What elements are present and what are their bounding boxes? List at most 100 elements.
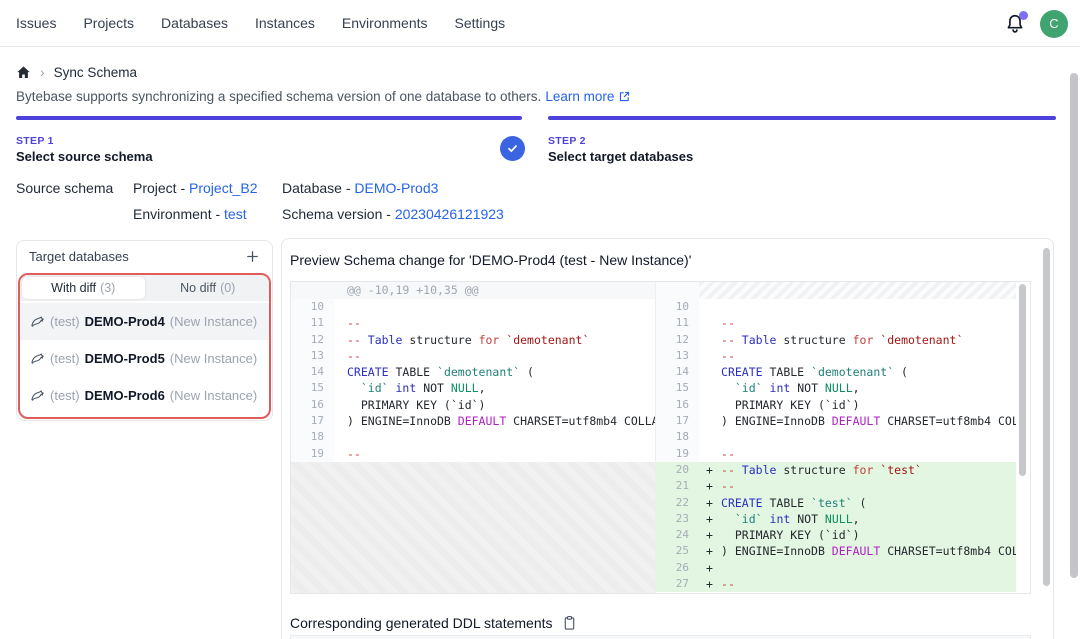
- diff-hunk-header: @@ -10,19 +10,35 @@: [291, 282, 655, 299]
- line-number: 15: [656, 380, 699, 396]
- external-link-icon[interactable]: [618, 90, 631, 103]
- diff-right-pane[interactable]: 1011--12-- Table structure for `demotena…: [656, 282, 1016, 593]
- diff-line: 23+ `id` int NOT NULL,: [656, 511, 1016, 527]
- line-number: 11: [291, 315, 334, 331]
- line-number: 27: [656, 576, 699, 592]
- diff-line: 15 `id` int NOT NULL,: [291, 380, 655, 396]
- project-link[interactable]: Project_B2: [189, 180, 257, 196]
- db-name: DEMO-Prod6: [85, 388, 165, 403]
- chevron-right-icon: ›: [40, 64, 45, 80]
- top-nav: Issues Projects Databases Instances Envi…: [0, 0, 1080, 47]
- source-database: Database - DEMO-Prod3: [282, 180, 438, 196]
- schema-diff-editor[interactable]: @@ -10,19 +10,35 @@ 1011--12-- Table str…: [290, 281, 1031, 594]
- nav-item-databases[interactable]: Databases: [161, 15, 228, 31]
- tab-with-diff[interactable]: With diff (3): [22, 277, 145, 299]
- schema-version-link[interactable]: 20230426121923: [395, 206, 504, 222]
- nav-item-projects[interactable]: Projects: [83, 15, 134, 31]
- diff-line: 20+-- Table structure for `test`: [656, 462, 1016, 478]
- diff-line: 19--: [291, 446, 655, 462]
- schema-version-label: Schema version -: [282, 206, 395, 222]
- editor-scrollbar-thumb[interactable]: [1019, 284, 1026, 476]
- target-database-row-demo-prod5[interactable]: (test) DEMO-Prod5 (New Instance): [20, 340, 269, 377]
- step1-progress-bar: [16, 116, 522, 120]
- db-environment: (test): [50, 351, 80, 366]
- line-number: 20: [656, 462, 699, 478]
- window-scrollbar-thumb[interactable]: [1070, 73, 1078, 578]
- tab-with-diff-count: (3): [100, 281, 115, 295]
- notification-bell-icon[interactable]: [1004, 13, 1026, 35]
- diff-line: 10: [291, 299, 655, 315]
- nav-item-instances[interactable]: Instances: [255, 15, 315, 31]
- target-databases-title: Target databases: [29, 249, 129, 264]
- diff-line: 19--: [656, 446, 1016, 462]
- copy-icon[interactable]: [562, 615, 577, 631]
- diff-line: 27+--: [656, 576, 1016, 592]
- target-database-list: (test) DEMO-Prod4 (New Instance) (test) …: [20, 301, 269, 414]
- line-number: 24: [656, 527, 699, 543]
- home-icon[interactable]: [16, 65, 31, 80]
- source-project: Project - Project_B2: [133, 180, 258, 196]
- editor-scrollbar-track[interactable]: [1016, 282, 1030, 593]
- line-number: 21: [656, 478, 699, 494]
- diff-line: 12-- Table structure for `demotenant`: [291, 332, 655, 348]
- line-number: 16: [656, 397, 699, 413]
- diff-line: 18: [656, 429, 1016, 445]
- line-number: 12: [656, 332, 699, 348]
- database-label: Database -: [282, 180, 354, 196]
- diff-line: 17) ENGINE=InnoDB DEFAULT CHARSET=utf8mb…: [656, 413, 1016, 429]
- diff-hunk-placeholder: [656, 282, 1016, 299]
- diff-line: 25+) ENGINE=InnoDB DEFAULT CHARSET=utf8m…: [656, 543, 1016, 559]
- diff-line: 13--: [656, 348, 1016, 364]
- avatar[interactable]: C: [1040, 10, 1068, 38]
- diff-left-pane[interactable]: @@ -10,19 +10,35 @@ 1011--12-- Table str…: [291, 282, 656, 593]
- target-database-row-demo-prod6[interactable]: (test) DEMO-Prod6 (New Instance): [20, 377, 269, 414]
- nav-item-environments[interactable]: Environments: [342, 15, 428, 31]
- intro-text: Bytebase supports synchronizing a specif…: [16, 89, 631, 104]
- learn-more-link[interactable]: Learn more: [545, 89, 614, 104]
- diff-line: 21+--: [656, 478, 1016, 494]
- diff-line: 11--: [291, 315, 655, 331]
- environment-link[interactable]: test: [224, 206, 247, 222]
- diff-tabs: With diff (3) No diff (0): [20, 275, 269, 301]
- line-number: 14: [656, 364, 699, 380]
- card-scrollbar-thumb[interactable]: [1043, 248, 1050, 586]
- target-database-row-demo-prod4[interactable]: (test) DEMO-Prod4 (New Instance): [20, 303, 269, 340]
- line-number: 14: [291, 364, 334, 380]
- diff-line: 14CREATE TABLE `demotenant` (: [291, 364, 655, 380]
- line-number: 10: [291, 299, 334, 315]
- target-list-highlight-box: With diff (3) No diff (0) (test) DEMO: [18, 273, 271, 419]
- line-number: 16: [291, 397, 334, 413]
- mysql-icon: [30, 351, 45, 366]
- nav-item-issues[interactable]: Issues: [16, 15, 56, 31]
- db-name: DEMO-Prod4: [85, 314, 165, 329]
- database-link[interactable]: DEMO-Prod3: [354, 180, 438, 196]
- step2-title: Select target databases: [548, 149, 693, 164]
- step1-check-icon: [500, 136, 525, 161]
- preview-card: Preview Schema change for 'DEMO-Prod4 (t…: [281, 238, 1054, 639]
- preview-title: Preview Schema change for 'DEMO-Prod4 (t…: [290, 252, 691, 268]
- line-number: 15: [291, 380, 334, 396]
- tab-no-diff[interactable]: No diff (0): [147, 275, 270, 301]
- breadcrumb: › Sync Schema: [16, 64, 137, 80]
- db-name: DEMO-Prod5: [85, 351, 165, 366]
- db-note: (New Instance): [170, 314, 257, 329]
- add-target-database-button[interactable]: [242, 247, 262, 267]
- nav-item-settings[interactable]: Settings: [455, 15, 506, 31]
- db-note: (New Instance): [170, 351, 257, 366]
- line-number: 25: [656, 543, 699, 559]
- diff-line: 12-- Table structure for `demotenant`: [656, 332, 1016, 348]
- mysql-icon: [30, 314, 45, 329]
- breadcrumb-current: Sync Schema: [54, 65, 137, 80]
- diff-line: 15 `id` int NOT NULL,: [656, 380, 1016, 396]
- source-schema-label: Source schema: [16, 180, 113, 196]
- diff-line: 16 PRIMARY KEY (`id`): [291, 397, 655, 413]
- db-environment: (test): [50, 314, 80, 329]
- source-version: Schema version - 20230426121923: [282, 206, 504, 222]
- diff-line: 26+: [656, 560, 1016, 576]
- diff-line: 14CREATE TABLE `demotenant` (: [656, 364, 1016, 380]
- diff-line: 22+CREATE TABLE `test` (: [656, 495, 1016, 511]
- step1-label: STEP 1: [16, 135, 54, 147]
- intro-description: Bytebase supports synchronizing a specif…: [16, 89, 541, 104]
- diff-line: 17) ENGINE=InnoDB DEFAULT CHARSET=utf8mb…: [291, 413, 655, 429]
- line-number: 19: [656, 446, 699, 462]
